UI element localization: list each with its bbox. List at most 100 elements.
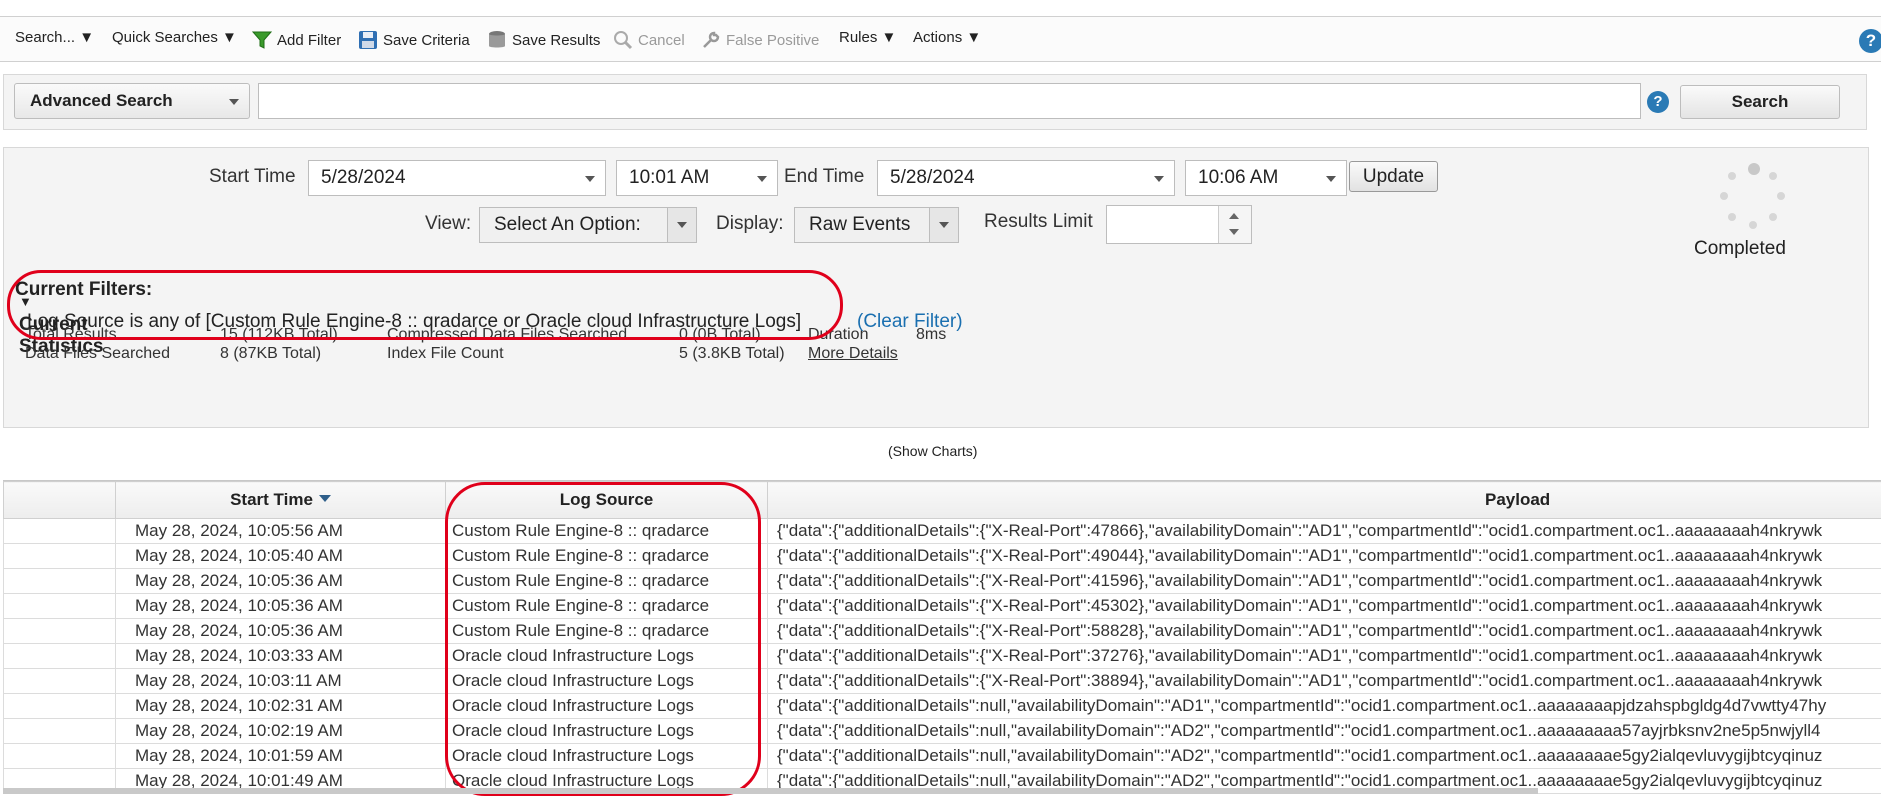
duration-value: 8ms [916, 326, 946, 344]
row-log-source: Oracle cloud Infrastructure Logs [446, 644, 768, 669]
help-icon[interactable]: ? [1647, 91, 1669, 113]
row-payload: {"data":{"additionalDetails":null,"avail… [768, 719, 1881, 744]
database-icon [486, 29, 508, 51]
row-start-time: May 28, 2024, 10:05:36 AM [116, 569, 446, 594]
data-files-value: 8 (87KB Total) [220, 345, 321, 363]
search-mode-value: Advanced Search [30, 91, 173, 110]
row-log-source: Custom Rule Engine-8 :: qradarce [446, 569, 768, 594]
row-log-source: Oracle cloud Infrastructure Logs [446, 719, 768, 744]
chevron-down-icon [939, 222, 949, 228]
help-icon[interactable]: ? [1859, 29, 1881, 53]
display-value: Raw Events [809, 214, 910, 235]
table-row[interactable]: May 28, 2024, 10:05:40 AMCustom Rule Eng… [4, 544, 1881, 569]
row-payload: {"data":{"additionalDetails":{"X-Real-Po… [768, 594, 1881, 619]
end-time-value: 10:06 AM [1198, 167, 1278, 188]
row-log-source: Custom Rule Engine-8 :: qradarce [446, 519, 768, 544]
add-filter-button[interactable]: Add Filter [251, 29, 341, 51]
cancel-search-icon [612, 29, 634, 51]
table-row[interactable]: May 28, 2024, 10:03:11 AMOracle cloud In… [4, 669, 1881, 694]
row-payload: {"data":{"additionalDetails":{"X-Real-Po… [768, 619, 1881, 644]
update-button[interactable]: Update [1349, 161, 1438, 192]
row-log-source: Custom Rule Engine-8 :: qradarce [446, 594, 768, 619]
end-date-select[interactable]: 5/28/2024 [877, 160, 1175, 196]
end-time-select[interactable]: 10:06 AM [1185, 160, 1347, 196]
start-time-select[interactable]: 10:01 AM [616, 160, 778, 196]
sort-descending-icon [319, 495, 331, 502]
table-row[interactable]: May 28, 2024, 10:03:33 AMOracle cloud In… [4, 644, 1881, 669]
column-header-log-source[interactable]: Log Source [446, 482, 768, 519]
column-header-payload[interactable]: Payload [768, 482, 1881, 519]
table-row[interactable]: May 28, 2024, 10:01:59 AMOracle cloud In… [4, 744, 1881, 769]
start-time-label: Start Time [209, 166, 296, 188]
filter-icon [251, 29, 273, 51]
column-header-select[interactable] [4, 482, 116, 519]
horizontal-scrollbar[interactable] [3, 788, 1538, 794]
index-file-count-value: 5 (3.8KB Total) [679, 345, 785, 363]
row-payload: {"data":{"additionalDetails":{"X-Real-Po… [768, 519, 1881, 544]
search-menu[interactable]: Search... ▼ [15, 29, 94, 46]
show-charts-link[interactable]: (Show Charts) [888, 443, 977, 459]
row-start-time: May 28, 2024, 10:02:19 AM [116, 719, 446, 744]
clear-filter-link[interactable]: (Clear Filter) [857, 311, 963, 333]
row-log-source: Oracle cloud Infrastructure Logs [446, 694, 768, 719]
start-time-header-label: Start Time [230, 490, 313, 509]
chevron-down-icon [229, 99, 239, 105]
stepper-up-icon[interactable] [1229, 213, 1239, 219]
search-input[interactable] [258, 83, 1641, 119]
false-positive-button[interactable]: False Positive [700, 29, 819, 51]
stepper-down-icon[interactable] [1229, 229, 1239, 235]
save-results-button[interactable]: Save Results [486, 29, 600, 51]
wrench-icon [700, 29, 722, 51]
column-header-start-time[interactable]: Start Time [116, 482, 446, 519]
results-limit-stepper[interactable] [1106, 205, 1252, 244]
row-start-time: May 28, 2024, 10:05:40 AM [116, 544, 446, 569]
false-positive-label: False Positive [726, 32, 819, 49]
row-start-time: May 28, 2024, 10:05:36 AM [116, 619, 446, 644]
table-row[interactable]: May 28, 2024, 10:02:19 AMOracle cloud In… [4, 719, 1881, 744]
save-results-label: Save Results [512, 32, 600, 49]
chevron-down-icon [1326, 176, 1336, 182]
cancel-button[interactable]: Cancel [612, 29, 685, 51]
row-payload: {"data":{"additionalDetails":{"X-Real-Po… [768, 644, 1881, 669]
results-limit-label: Results Limit [984, 211, 1093, 233]
quick-searches-menu[interactable]: Quick Searches ▼ [112, 29, 237, 46]
row-start-time: May 28, 2024, 10:01:59 AM [116, 744, 446, 769]
actions-menu[interactable]: Actions ▼ [913, 29, 981, 46]
search-mode-select[interactable]: Advanced Search [14, 83, 250, 119]
start-date-select[interactable]: 5/28/2024 [308, 160, 606, 196]
row-start-time: May 28, 2024, 10:02:31 AM [116, 694, 446, 719]
table-row[interactable]: May 28, 2024, 10:05:36 AMCustom Rule Eng… [4, 619, 1881, 644]
chevron-down-icon [757, 176, 767, 182]
table-row[interactable]: May 28, 2024, 10:05:56 AMCustom Rule Eng… [4, 519, 1881, 544]
data-files-label: Data Files Searched [25, 345, 170, 363]
row-log-source: Oracle cloud Infrastructure Logs [446, 669, 768, 694]
save-criteria-button[interactable]: Save Criteria [357, 29, 470, 51]
row-start-time: May 28, 2024, 10:05:36 AM [116, 594, 446, 619]
view-select[interactable]: Select An Option: [479, 207, 697, 243]
start-date-value: 5/28/2024 [321, 167, 406, 188]
search-bar: Advanced Search ? Search [3, 74, 1867, 130]
row-payload: {"data":{"additionalDetails":null,"avail… [768, 744, 1881, 769]
chevron-down-icon [677, 222, 687, 228]
end-date-value: 5/28/2024 [890, 167, 975, 188]
more-details-link[interactable]: More Details [808, 345, 898, 363]
chevron-down-icon [585, 176, 595, 182]
floppy-disk-icon [357, 29, 379, 51]
start-time-value: 10:01 AM [629, 167, 709, 188]
table-row[interactable]: May 28, 2024, 10:05:36 AMCustom Rule Eng… [4, 594, 1881, 619]
table-row[interactable]: May 28, 2024, 10:05:36 AMCustom Rule Eng… [4, 569, 1881, 594]
row-start-time: May 28, 2024, 10:03:33 AM [116, 644, 446, 669]
table-header-row: Start Time Log Source Payload [4, 482, 1881, 519]
search-button[interactable]: Search [1680, 85, 1840, 119]
row-start-time: May 28, 2024, 10:05:56 AM [116, 519, 446, 544]
results-table: Start Time Log Source Payload May 28, 20… [3, 480, 1881, 795]
search-status: Completed [1694, 238, 1786, 260]
row-start-time: May 28, 2024, 10:03:11 AM [116, 669, 446, 694]
save-criteria-label: Save Criteria [383, 32, 470, 49]
display-label: Display: [716, 213, 784, 235]
cancel-label: Cancel [638, 32, 685, 49]
view-value: Select An Option: [494, 214, 641, 235]
rules-menu[interactable]: Rules ▼ [839, 29, 896, 46]
table-row[interactable]: May 28, 2024, 10:02:31 AMOracle cloud In… [4, 694, 1881, 719]
display-select[interactable]: Raw Events [794, 207, 959, 243]
